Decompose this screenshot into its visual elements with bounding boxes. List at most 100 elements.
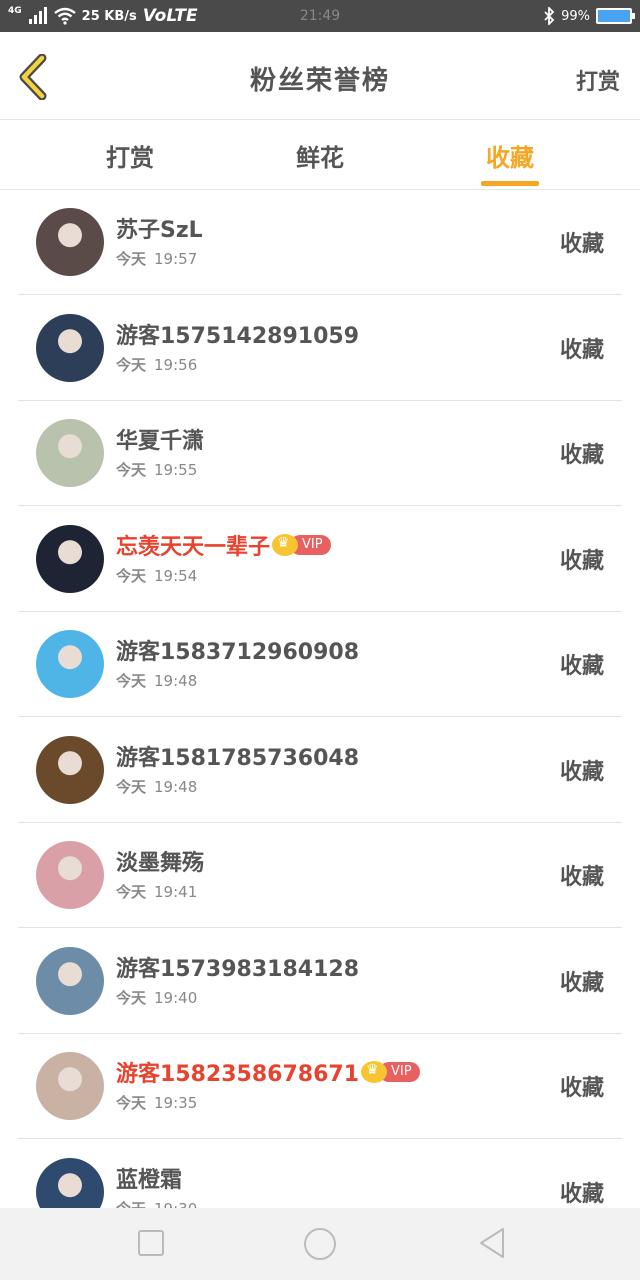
user-name-text: 游客1573983184128 bbox=[116, 956, 359, 982]
timestamp: 今天 19:56 bbox=[116, 354, 197, 375]
list-item[interactable]: 游客1581785736048 今天 19:48 收藏 bbox=[18, 718, 622, 823]
timestamp: 今天 19:30 bbox=[116, 1198, 197, 1209]
avatar[interactable] bbox=[36, 735, 104, 804]
time-label: 19:41 bbox=[154, 883, 198, 901]
user-name: 游客1581785736048 bbox=[116, 740, 359, 772]
day-label: 今天 bbox=[116, 250, 147, 268]
favorite-action[interactable]: 收藏 bbox=[560, 437, 604, 469]
user-name-text: 苏子SzL bbox=[116, 218, 203, 243]
list-item[interactable]: 淡墨舞殇 今天 19:41 收藏 bbox=[18, 823, 622, 928]
bluetooth-icon bbox=[544, 7, 555, 25]
crown-icon bbox=[272, 533, 299, 556]
tab-bar: 打赏 鲜花 收藏 bbox=[0, 120, 640, 190]
day-label: 今天 bbox=[116, 1094, 147, 1112]
active-tab-indicator bbox=[481, 181, 539, 186]
tab-label: 收藏 bbox=[486, 144, 534, 172]
status-right: 99% bbox=[543, 0, 635, 32]
favorite-action[interactable]: 收藏 bbox=[560, 648, 604, 680]
user-name: 游客1582358678671VIP bbox=[116, 1056, 420, 1088]
avatar[interactable] bbox=[36, 630, 104, 698]
user-name: 淡墨舞殇 bbox=[116, 845, 204, 877]
timestamp: 今天 19:41 bbox=[116, 881, 197, 902]
avatar[interactable] bbox=[36, 419, 104, 487]
list-item[interactable]: 华夏千潇 今天 19:55 收藏 bbox=[18, 401, 622, 506]
tab-favorites[interactable]: 收藏 bbox=[460, 138, 560, 190]
day-label: 今天 bbox=[116, 777, 147, 796]
battery-icon bbox=[596, 8, 635, 24]
system-nav-bar bbox=[0, 1208, 640, 1280]
user-name: 游客1575142891059 bbox=[116, 318, 359, 350]
time-label: 19:56 bbox=[154, 355, 198, 374]
day-label: 今天 bbox=[116, 355, 147, 374]
favorite-action[interactable]: 收藏 bbox=[560, 1176, 604, 1208]
list-item[interactable]: 游客1573983184128 今天 19:40 收藏 bbox=[18, 929, 622, 1034]
fan-list: 苏子SzL 今天 19:57 收藏 游客1575142891059 今天 19:56… bbox=[0, 190, 640, 1208]
tab-label: 鲜花 bbox=[296, 144, 344, 172]
user-name-text: 游客1581785736048 bbox=[116, 745, 359, 771]
avatar[interactable] bbox=[36, 946, 104, 1015]
time-label: 19:54 bbox=[154, 566, 198, 585]
user-name-text: 游客1582358678671 bbox=[116, 1062, 359, 1087]
list-item[interactable]: 游客1575142891059 今天 19:56 收藏 bbox=[18, 296, 622, 401]
time-label: 19:40 bbox=[154, 988, 198, 1007]
user-name-text: 华夏千潇 bbox=[116, 429, 205, 454]
list-item[interactable]: 蓝橙霜 今天 19:30 收藏 bbox=[18, 1140, 622, 1209]
timestamp: 今天 19:54 bbox=[116, 565, 197, 586]
battery-percent: 99% bbox=[561, 8, 590, 24]
tab-label: 打赏 bbox=[106, 144, 154, 172]
day-label: 今天 bbox=[116, 883, 147, 901]
tab-reward[interactable]: 打赏 bbox=[80, 138, 180, 190]
day-label: 今天 bbox=[116, 672, 147, 690]
avatar[interactable] bbox=[36, 1157, 104, 1208]
timestamp: 今天 19:40 bbox=[116, 987, 197, 1008]
day-label: 今天 bbox=[116, 1200, 146, 1209]
page-title: 粉丝荣誉榜 bbox=[249, 66, 390, 96]
user-name-text: 蓝橙霜 bbox=[116, 1167, 183, 1193]
user-name: 苏子SzL bbox=[116, 212, 203, 244]
time-label: 19:55 bbox=[154, 461, 198, 479]
day-label: 今天 bbox=[116, 988, 147, 1007]
user-name: 忘羡天天一辈子VIP bbox=[116, 529, 331, 561]
time-label: 19:48 bbox=[154, 672, 198, 690]
list-item[interactable]: 苏子SzL 今天 19:57 收藏 bbox=[18, 190, 622, 295]
avatar[interactable] bbox=[36, 1052, 104, 1120]
day-label: 今天 bbox=[116, 566, 147, 585]
user-name-text: 淡墨舞殇 bbox=[116, 851, 205, 876]
list-item[interactable]: 游客1582358678671VIP 今天 19:35 收藏 bbox=[18, 1034, 622, 1139]
avatar[interactable] bbox=[36, 841, 104, 909]
avatar[interactable] bbox=[36, 208, 104, 276]
time-label: 19:35 bbox=[154, 1094, 198, 1112]
time-label: 19:48 bbox=[154, 777, 198, 796]
user-name: 华夏千潇 bbox=[116, 423, 204, 455]
tab-flowers[interactable]: 鲜花 bbox=[270, 138, 370, 190]
user-name: 蓝橙霜 bbox=[116, 1162, 182, 1194]
timestamp: 今天 19:55 bbox=[116, 459, 197, 480]
avatar[interactable] bbox=[36, 313, 104, 382]
favorite-action[interactable]: 收藏 bbox=[560, 754, 604, 786]
favorite-action[interactable]: 收藏 bbox=[560, 226, 604, 258]
user-name-text: 忘羡天天一辈子 bbox=[116, 534, 271, 560]
favorite-action[interactable]: 收藏 bbox=[560, 332, 604, 364]
day-label: 今天 bbox=[116, 461, 147, 479]
time-label: 19:57 bbox=[154, 250, 198, 268]
recent-apps-icon[interactable] bbox=[136, 1228, 166, 1258]
reward-button[interactable]: 打赏 bbox=[576, 64, 620, 96]
list-item[interactable]: 忘羡天天一辈子VIP 今天 19:54 收藏 bbox=[18, 507, 622, 612]
vip-badge: VIP bbox=[361, 1061, 420, 1083]
user-name: 游客1573983184128 bbox=[116, 951, 359, 983]
favorite-action[interactable]: 收藏 bbox=[560, 965, 604, 997]
list-item[interactable]: 游客1583712960908 今天 19:48 收藏 bbox=[18, 612, 622, 717]
user-name-text: 游客1575142891059 bbox=[116, 323, 359, 349]
avatar[interactable] bbox=[36, 524, 104, 593]
home-icon[interactable] bbox=[302, 1226, 338, 1262]
favorite-action[interactable]: 收藏 bbox=[560, 859, 604, 891]
user-name: 游客1583712960908 bbox=[116, 634, 359, 666]
header: 粉丝荣誉榜 打赏 bbox=[0, 32, 640, 120]
favorite-action[interactable]: 收藏 bbox=[560, 543, 604, 575]
timestamp: 今天 19:48 bbox=[116, 776, 197, 797]
crown-icon bbox=[361, 1061, 387, 1083]
favorite-action[interactable]: 收藏 bbox=[560, 1070, 604, 1102]
back-nav-icon[interactable] bbox=[476, 1226, 508, 1260]
timestamp: 今天 19:35 bbox=[116, 1092, 197, 1113]
user-name-text: 游客1583712960908 bbox=[116, 640, 359, 665]
